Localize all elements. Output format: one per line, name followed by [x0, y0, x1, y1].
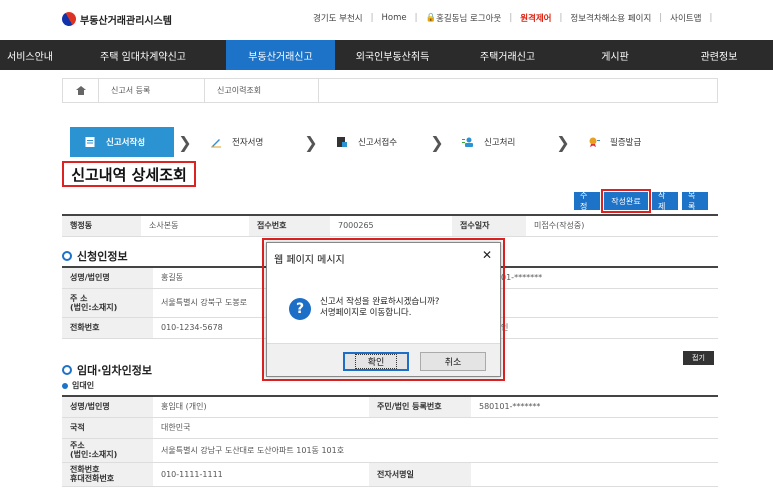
- circle-bullet-icon: [62, 251, 72, 261]
- circle-bullet-icon: [62, 365, 72, 375]
- nav-item-lease-report[interactable]: 주택 임대차계약신고: [60, 40, 226, 70]
- folder-icon: [337, 137, 347, 147]
- lessor-nation-label: 국적: [62, 417, 153, 439]
- receipt-date-label: 접수일자: [452, 214, 526, 237]
- dialog-title: 웹 페이지 메시지: [274, 255, 345, 266]
- chevron-right-icon: ❯: [556, 132, 570, 152]
- ok-button-label: 확인: [354, 354, 398, 369]
- util-link-home[interactable]: Home: [382, 13, 407, 23]
- applicant-name-label: 성명/법인명: [62, 266, 153, 289]
- certificate-icon: [589, 137, 600, 147]
- question-icon: ?: [289, 298, 311, 320]
- lessor-subtitle: 임대인: [62, 380, 94, 391]
- step-receipt: 신고서접수: [322, 127, 426, 157]
- delete-button[interactable]: 삭제: [652, 191, 678, 211]
- breadcrumb-item-history[interactable]: 신고이력조회: [205, 79, 319, 102]
- step-sign: 전자서명: [196, 127, 300, 157]
- util-link-accessibility[interactable]: 정보격차해소용 페이지: [570, 12, 651, 24]
- lessor-address-value: 서울특별시 강남구 도산대로 도산아파트 101동 101호: [153, 438, 718, 463]
- home-icon: [76, 86, 86, 95]
- nav-item-service-guide[interactable]: 서비스안내: [0, 40, 60, 70]
- confirm-dialog: 웹 페이지 메시지 ✕ ? 신고서 작성을 완료하시겠습니까? 서명페이지로 이…: [266, 242, 501, 377]
- lessor-phone-label: 전화번호 휴대전화번호: [62, 462, 153, 487]
- close-icon[interactable]: ✕: [482, 248, 492, 262]
- main-nav: 서비스안내 주택 임대차계약신고 부동산거래신고 외국인부동산취득 주택거래신고…: [0, 40, 773, 70]
- step-label: 신고서접수: [358, 138, 398, 148]
- util-link-region[interactable]: 경기도 부천시: [313, 12, 363, 24]
- nav-item-realestate-report[interactable]: 부동산거래신고: [226, 40, 335, 70]
- step-label: 신고처리: [484, 138, 516, 148]
- receipt-no-value: 7000265: [330, 214, 452, 237]
- page-title: 신고내역 상세조회: [62, 161, 196, 187]
- lessor-table: 성명/법인명 홍임대 (개인) 주민/법인 등록번호 580101-******…: [62, 395, 718, 487]
- lessor-sign-label: 전자서명일: [369, 462, 471, 487]
- dot-bullet-icon: [62, 382, 68, 389]
- chevron-right-icon: ❯: [178, 132, 192, 152]
- logo-text: 부동산거래관리시스템: [80, 15, 172, 27]
- applicant-extra-value: 인: [493, 317, 718, 339]
- receipt-date-value: 미접수(작성중): [526, 214, 718, 237]
- step-label: 필증발급: [610, 138, 642, 148]
- lessor-nation-value: 대한민국: [153, 417, 718, 439]
- list-button[interactable]: 목록: [682, 191, 708, 211]
- nav-item-housing-report[interactable]: 주택거래신고: [450, 40, 565, 70]
- lessor-id-label: 주민/법인 등록번호: [369, 395, 471, 418]
- document-icon: [85, 137, 95, 147]
- nav-item-related-info[interactable]: 관련정보: [665, 40, 773, 70]
- lessor-name-label: 성명/법인명: [62, 395, 153, 418]
- step-certificate: 필증발급: [574, 127, 678, 157]
- applicant-id-value: 01-*******: [493, 266, 718, 289]
- receipt-no-label: 접수번호: [249, 214, 330, 237]
- breadcrumb-item-register[interactable]: 신고서 등록: [99, 79, 205, 102]
- nav-item-foreigner-acquisition[interactable]: 외국인부동산취득: [335, 40, 450, 70]
- logo-emblem-icon: [59, 9, 79, 29]
- chevron-right-icon: ❯: [430, 132, 444, 152]
- util-link-remote-control[interactable]: 원격제어: [520, 12, 551, 24]
- summary-table: 행정동 소사본동 접수번호 7000265 접수일자 미접수(작성중): [62, 214, 718, 237]
- site-logo[interactable]: 부동산거래관리시스템: [59, 9, 172, 29]
- applicant-phone-label: 전화번호: [62, 317, 153, 339]
- util-link-logout[interactable]: 홍길동님 로그아웃: [436, 12, 501, 24]
- dialog-message-line2: 서명페이지로 이동합니다.: [320, 308, 412, 318]
- lessor-sign-value: [471, 462, 718, 487]
- region-label: 행정동: [62, 214, 141, 237]
- applicant-section-title: 신청인정보: [62, 248, 128, 264]
- step-process: 신고처리: [448, 127, 552, 157]
- cancel-button[interactable]: 취소: [420, 352, 486, 371]
- fold-button[interactable]: 접기: [683, 351, 714, 365]
- progress-steps: 신고서작성 ❯ 전자서명 ❯ 신고서접수 ❯ 신고처리 ❯ 필증발급: [70, 127, 720, 157]
- breadcrumb-home[interactable]: [63, 79, 99, 102]
- dialog-message-line1: 신고서 작성을 완료하시겠습니까?: [320, 297, 440, 307]
- dialog-message: 신고서 작성을 완료하시겠습니까? 서명페이지로 이동합니다.: [320, 297, 439, 319]
- dialog-footer: 확인 취소: [267, 343, 500, 376]
- lock-icon: 🔒: [425, 13, 437, 23]
- step-write: 신고서작성: [70, 127, 174, 157]
- chevron-right-icon: ❯: [304, 132, 318, 152]
- nav-item-board[interactable]: 게시판: [565, 40, 665, 70]
- parties-section-title: 임대·임차인정보: [62, 362, 152, 378]
- ok-button[interactable]: 확인: [343, 352, 409, 371]
- breadcrumb: 신고서 등록 신고이력조회: [62, 78, 718, 103]
- region-value: 소사본동: [141, 214, 249, 237]
- step-label: 전자서명: [232, 138, 264, 148]
- lessor-id-value: 580101-*******: [471, 395, 718, 418]
- pen-icon: [211, 139, 221, 148]
- action-buttons: 수정 작성완료 삭제 목록: [574, 189, 708, 213]
- utility-links: 경기도 부천시 | Home | 🔒 홍길동님 로그아웃 | 원격제어 | 정보…: [313, 12, 713, 24]
- lessor-name-value: 홍임대 (개인): [153, 395, 369, 418]
- complete-button[interactable]: 작성완료: [601, 189, 651, 213]
- top-bar: 부동산거래관리시스템 경기도 부천시 | Home | 🔒 홍길동님 로그아웃 …: [0, 0, 773, 40]
- edit-button[interactable]: 수정: [574, 191, 600, 211]
- lessor-address-label: 주소 (법인:소재지): [62, 438, 153, 463]
- person-icon: [462, 137, 473, 147]
- step-label: 신고서작성: [106, 138, 146, 148]
- applicant-address-label: 주 소 (법인:소재지): [62, 288, 153, 318]
- util-link-sitemap[interactable]: 사이트맵: [670, 12, 701, 24]
- lessor-phone-value: 010-1111-1111: [153, 462, 369, 487]
